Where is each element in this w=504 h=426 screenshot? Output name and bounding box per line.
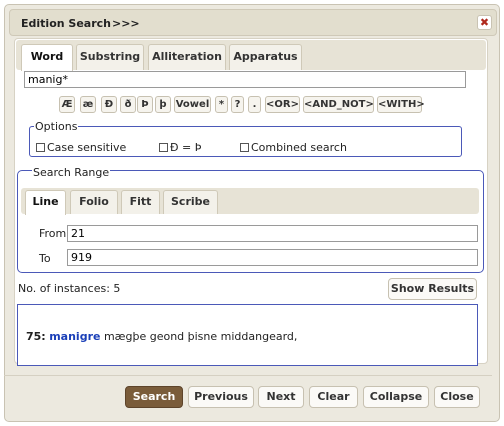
tab-word[interactable]: Word [21,44,73,71]
search-query-input[interactable] [24,71,466,88]
tab-folio[interactable]: Folio [70,190,118,214]
show-results-button[interactable]: Show Results [388,278,477,300]
eth-thorn-label: Ð = Þ [170,141,202,154]
result-line-number[interactable]: 75: [26,330,46,343]
insert-eth-button[interactable]: ð [120,96,136,113]
search-range-legend: Search Range [32,166,111,179]
insert-THORN-button[interactable]: Þ [137,96,153,113]
from-input[interactable] [67,225,478,242]
from-label: From [39,227,67,240]
next-button[interactable]: Next [258,386,304,408]
clear-button[interactable]: Clear [309,386,358,408]
insert-thorn-button[interactable]: þ [155,96,171,113]
dialog-titlebar[interactable]: Edition Search >>> ✖ [9,9,497,36]
insert-ae-button[interactable]: æ [80,96,96,113]
collapse-button[interactable]: Collapse [363,386,429,408]
search-button[interactable]: Search [125,386,183,408]
to-input[interactable] [67,249,478,266]
close-button[interactable]: Close [434,386,480,408]
combined-search-label: Combined search [251,141,347,154]
instance-count: No. of instances: 5 [18,282,121,295]
insert-or-button[interactable]: <OR> [265,96,300,113]
tab-substring[interactable]: Substring [76,44,144,70]
tab-scribe[interactable]: Scribe [163,190,218,214]
insert-question-button[interactable]: ? [231,96,244,113]
insert-asterisk-button[interactable]: * [215,96,228,113]
insert-AE-button[interactable]: Æ [59,96,75,113]
results-box: 75: manigre mægþe geond þisne middangear… [17,304,478,366]
expand-arrows[interactable]: >>> [112,17,140,30]
insert-with-button[interactable]: <WITH> [377,96,425,113]
insert-and-not-button[interactable]: <AND_NOT> [303,96,374,113]
dialog-title: Edition Search [21,17,111,30]
eth-thorn-checkbox[interactable]: Ð = Þ [159,141,201,154]
tab-alliteration[interactable]: Alliteration [148,44,226,70]
checkbox-box[interactable] [159,143,168,152]
insert-vowel-button[interactable]: Vowel [174,96,211,113]
close-icon[interactable]: ✖ [477,15,492,30]
case-sensitive-checkbox[interactable]: Case sensitive [36,141,126,154]
previous-button[interactable]: Previous [188,386,254,408]
result-hit-word[interactable]: manigre [49,330,100,343]
checkbox-box[interactable] [36,143,45,152]
tab-fitt[interactable]: Fitt [121,190,160,214]
result-text: mægþe geond þisne middangeard, [100,330,298,343]
tab-apparatus[interactable]: Apparatus [229,44,302,70]
result-line: 75: manigre mægþe geond þisne middangear… [26,330,297,343]
insert-ETH-button[interactable]: Ð [101,96,117,113]
options-legend: Options [34,120,79,133]
combined-search-checkbox[interactable]: Combined search [240,141,347,154]
footer-divider [4,375,492,376]
insert-period-button[interactable]: . [248,96,261,113]
case-sensitive-label: Case sensitive [47,141,127,154]
tab-line[interactable]: Line [25,190,66,215]
to-label: To [39,252,51,265]
checkbox-box[interactable] [240,143,249,152]
